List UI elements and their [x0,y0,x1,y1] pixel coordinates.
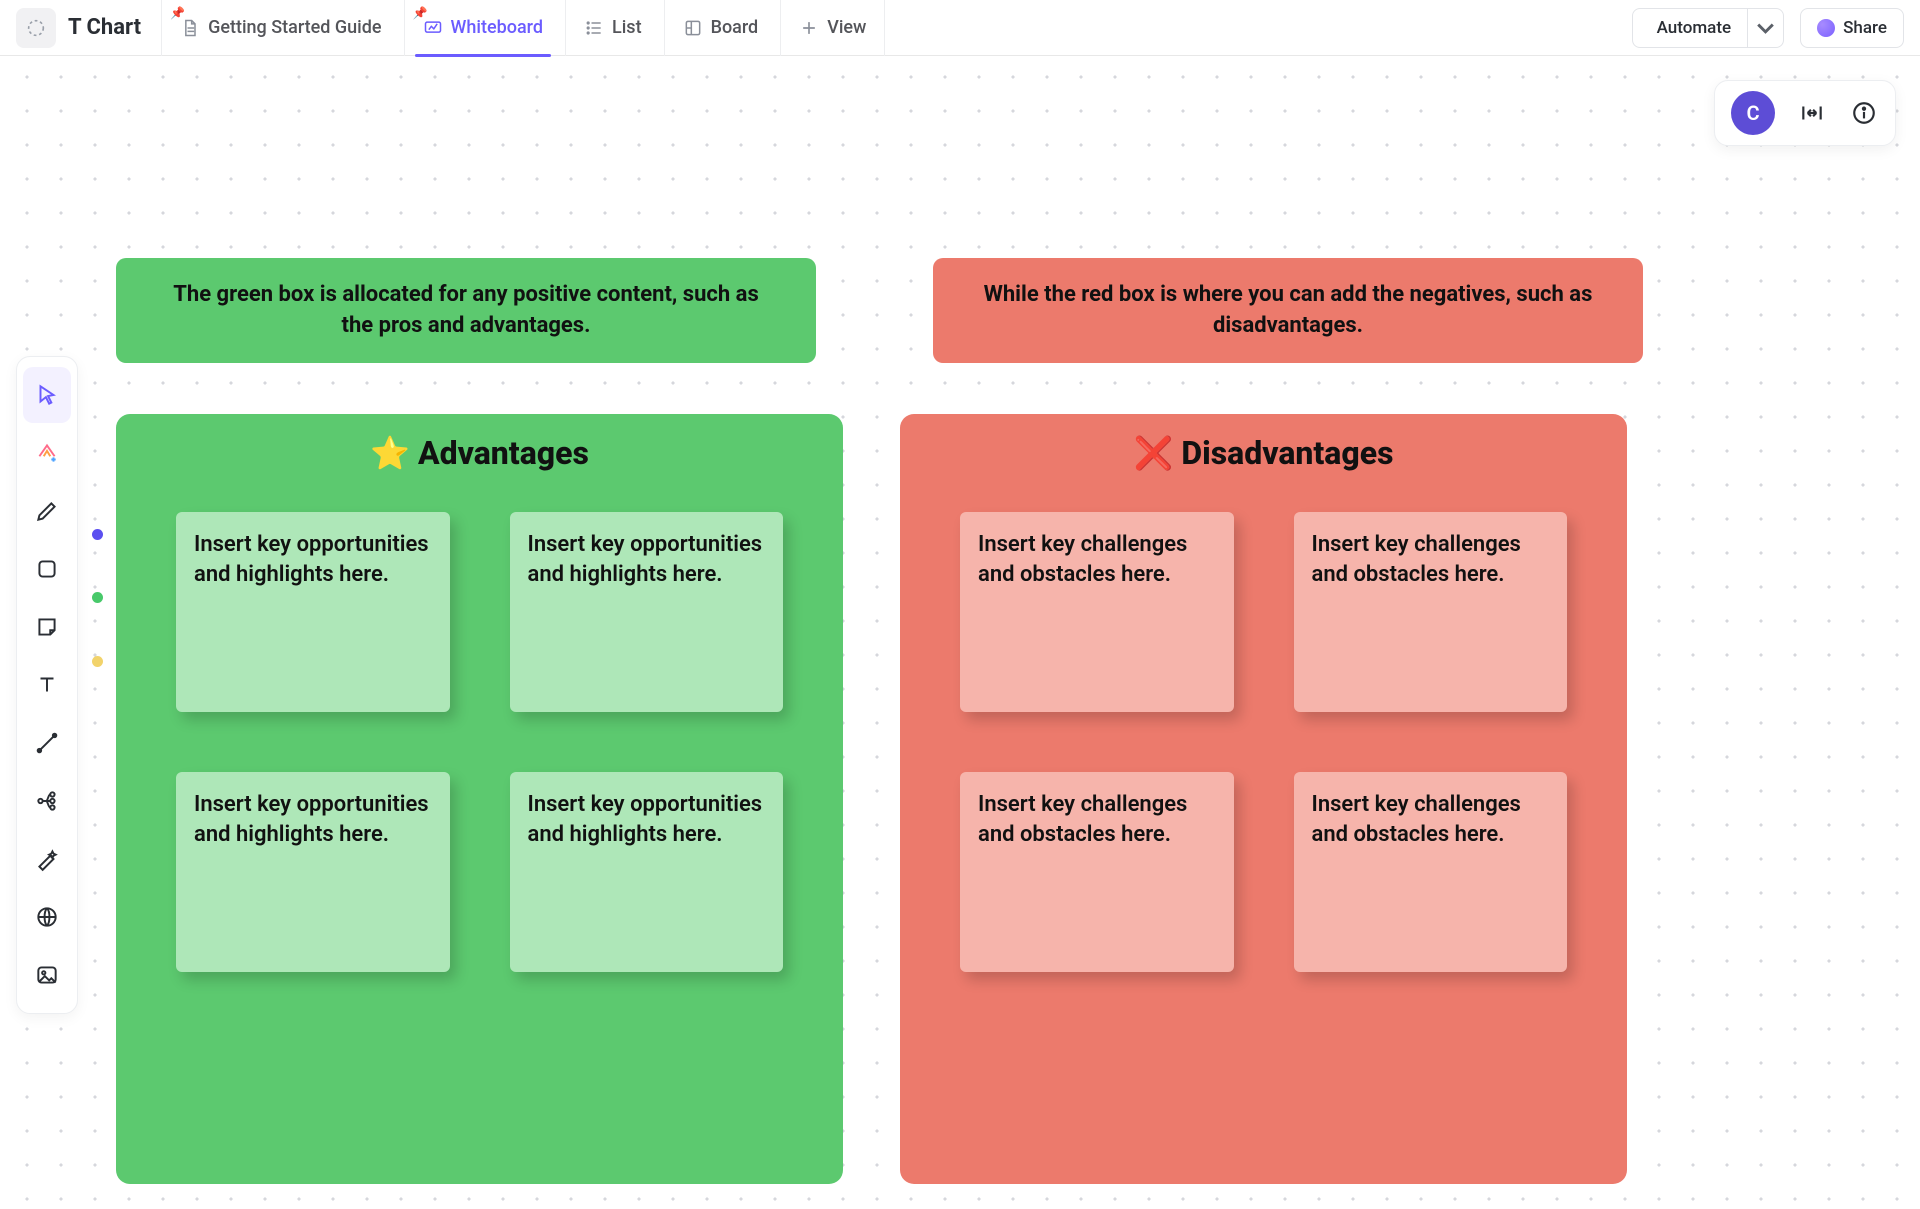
tab-label: Getting Started Guide [208,17,381,38]
pin-icon: 📌 [170,6,185,20]
card-text: Insert key opportunities and highlights … [528,532,763,587]
cross-icon: ❌ [1134,434,1174,472]
whiteboard-canvas[interactable]: C [0,56,1920,1209]
advantages-panel[interactable]: ⭐ Advantages Insert key opportunities an… [116,414,843,1184]
disadvantage-card[interactable]: Insert key challenges and obstacles here… [960,772,1234,972]
doc-icon [180,18,200,38]
tool-ai[interactable] [23,425,71,481]
tab-label: Whiteboard [451,17,543,38]
tool-shape[interactable] [23,541,71,597]
disadvantage-card[interactable]: Insert key challenges and obstacles here… [960,512,1234,712]
tool-sticky[interactable] [23,599,71,655]
pen-color-dot [103,963,114,974]
top-toolbar: T Chart 📌 Getting Started Guide 📌 Whiteb… [0,0,1920,56]
tab-list[interactable]: List [565,0,660,56]
automate-label: Automate [1657,18,1732,38]
advantage-card[interactable]: Insert key opportunities and highlights … [510,512,784,712]
tab-whiteboard[interactable]: 📌 Whiteboard [404,0,561,56]
advantage-card[interactable]: Insert key opportunities and highlights … [176,512,450,712]
tool-text[interactable] [23,657,71,713]
canvas-topright-controls: C [1714,80,1896,146]
chevron-down-icon [1748,10,1783,45]
automate-dropdown[interactable] [1748,8,1784,48]
negative-header-text: While the red box is where you can add t… [973,280,1603,342]
advantages-title: ⭐ Advantages [116,434,843,472]
pin-icon: 📌 [413,6,428,20]
share-button[interactable]: Share [1800,8,1904,48]
card-text: Insert key opportunities and highlights … [194,792,429,847]
tool-magic[interactable] [23,831,71,887]
whiteboard-icon [423,18,443,38]
tab-label: List [612,17,642,38]
workspace-icon[interactable] [16,8,56,48]
advantage-card[interactable]: Insert key opportunities and highlights … [176,772,450,972]
disadvantages-panel[interactable]: ❌ Disadvantages Insert key challenges an… [900,414,1627,1184]
positive-header-note[interactable]: The green box is allocated for any posit… [116,258,816,363]
disadvantage-card[interactable]: Insert key challenges and obstacles here… [1294,772,1568,972]
disadvantages-title: ❌ Disadvantages [900,434,1627,472]
tool-image[interactable] [23,947,71,1003]
disadvantages-title-text: Disadvantages [1181,434,1393,472]
tool-web[interactable] [23,889,71,945]
presence-avatar[interactable]: C [1731,91,1775,135]
plus-icon [799,18,819,38]
card-text: Insert key challenges and obstacles here… [1312,532,1521,587]
board-icon [683,18,703,38]
tab-getting-started[interactable]: 📌 Getting Started Guide [161,0,399,56]
pen-color-indicator [92,529,103,540]
card-text: Insert key opportunities and highlights … [194,532,429,587]
tool-mindmap[interactable] [23,773,71,829]
positive-header-text: The green box is allocated for any posit… [156,280,776,342]
list-icon [584,18,604,38]
tab-board[interactable]: Board [664,0,777,56]
fit-width-button[interactable] [1797,98,1827,128]
tool-connector[interactable] [23,715,71,771]
tab-add-view[interactable]: View [780,0,885,56]
card-text: Insert key challenges and obstacles here… [1312,792,1521,847]
share-label: Share [1843,18,1887,38]
tool-panel [16,356,78,1014]
info-button[interactable] [1849,98,1879,128]
negative-header-note[interactable]: While the red box is where you can add t… [933,258,1643,363]
star-icon: ⭐ [370,434,410,472]
tab-label: View [827,17,866,38]
user-avatar-dot [1817,19,1835,37]
card-text: Insert key challenges and obstacles here… [978,532,1187,587]
disadvantage-card[interactable]: Insert key challenges and obstacles here… [1294,512,1568,712]
automate-button[interactable]: Automate [1632,8,1749,48]
tool-select[interactable] [23,367,71,423]
tool-pen[interactable] [23,483,71,539]
card-text: Insert key challenges and obstacles here… [978,792,1187,847]
page-title: T Chart [68,15,141,40]
sticky-color-indicator [92,656,103,667]
advantages-title-text: Advantages [418,434,589,472]
advantage-card[interactable]: Insert key opportunities and highlights … [510,772,784,972]
shape-color-indicator [92,592,103,603]
card-text: Insert key opportunities and highlights … [528,792,763,847]
tab-label: Board [711,17,759,38]
